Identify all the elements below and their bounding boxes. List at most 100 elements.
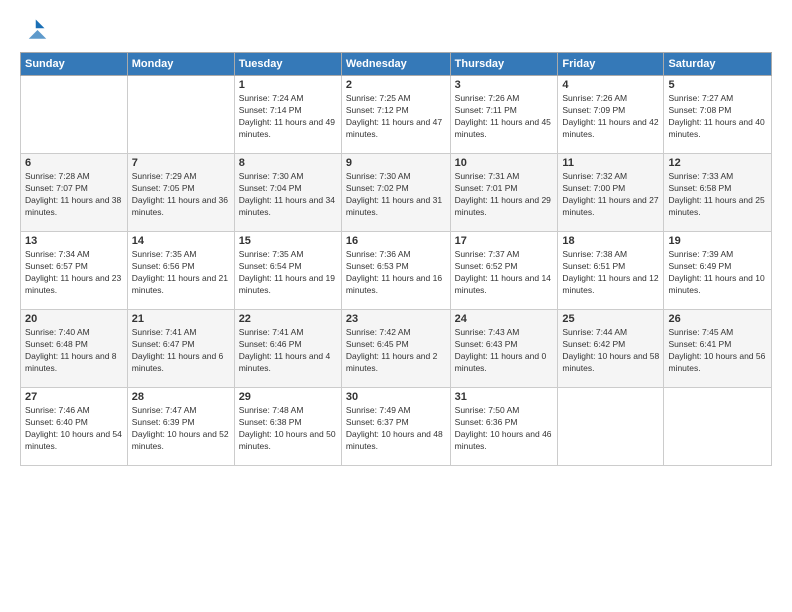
weekday-header: Saturday — [664, 53, 772, 76]
day-info: Sunrise: 7:46 AM Sunset: 6:40 PM Dayligh… — [25, 405, 123, 453]
day-info: Sunrise: 7:48 AM Sunset: 6:38 PM Dayligh… — [239, 405, 337, 453]
calendar-cell: 9 Sunrise: 7:30 AM Sunset: 7:02 PM Daylig… — [341, 154, 450, 232]
calendar-cell: 15 Sunrise: 7:35 AM Sunset: 6:54 PM Dayli… — [234, 232, 341, 310]
day-number: 1 — [239, 79, 337, 91]
calendar-cell: 8 Sunrise: 7:30 AM Sunset: 7:04 PM Daylig… — [234, 154, 341, 232]
day-number: 3 — [455, 79, 554, 91]
calendar-cell: 19 Sunrise: 7:39 AM Sunset: 6:49 PM Dayli… — [664, 232, 772, 310]
day-number: 23 — [346, 313, 446, 325]
day-info: Sunrise: 7:37 AM Sunset: 6:52 PM Dayligh… — [455, 249, 554, 297]
day-info: Sunrise: 7:35 AM Sunset: 6:54 PM Dayligh… — [239, 249, 337, 297]
weekday-header: Sunday — [21, 53, 128, 76]
calendar-cell: 14 Sunrise: 7:35 AM Sunset: 6:56 PM Dayli… — [127, 232, 234, 310]
day-info: Sunrise: 7:25 AM Sunset: 7:12 PM Dayligh… — [346, 93, 446, 141]
day-number: 14 — [132, 235, 230, 247]
day-number: 15 — [239, 235, 337, 247]
day-info: Sunrise: 7:33 AM Sunset: 6:58 PM Dayligh… — [668, 171, 767, 219]
day-info: Sunrise: 7:44 AM Sunset: 6:42 PM Dayligh… — [562, 327, 659, 375]
calendar-cell: 25 Sunrise: 7:44 AM Sunset: 6:42 PM Dayli… — [558, 310, 664, 388]
calendar-cell: 21 Sunrise: 7:41 AM Sunset: 6:47 PM Dayli… — [127, 310, 234, 388]
header — [20, 16, 772, 44]
calendar-cell: 31 Sunrise: 7:50 AM Sunset: 6:36 PM Dayli… — [450, 388, 558, 466]
day-number: 19 — [668, 235, 767, 247]
day-info: Sunrise: 7:28 AM Sunset: 7:07 PM Dayligh… — [25, 171, 123, 219]
calendar: SundayMondayTuesdayWednesdayThursdayFrid… — [20, 52, 772, 466]
calendar-body: 1Sunrise: 7:24 AM Sunset: 7:14 PM Daylig… — [21, 76, 772, 466]
day-info: Sunrise: 7:35 AM Sunset: 6:56 PM Dayligh… — [132, 249, 230, 297]
day-number: 20 — [25, 313, 123, 325]
day-number: 21 — [132, 313, 230, 325]
day-number: 16 — [346, 235, 446, 247]
day-number: 18 — [562, 235, 659, 247]
day-number: 29 — [239, 391, 337, 403]
day-info: Sunrise: 7:49 AM Sunset: 6:37 PM Dayligh… — [346, 405, 446, 453]
weekday-header: Tuesday — [234, 53, 341, 76]
day-info: Sunrise: 7:31 AM Sunset: 7:01 PM Dayligh… — [455, 171, 554, 219]
calendar-week-row: 20Sunrise: 7:40 AM Sunset: 6:48 PM Dayli… — [21, 310, 772, 388]
day-info: Sunrise: 7:50 AM Sunset: 6:36 PM Dayligh… — [455, 405, 554, 453]
calendar-cell: 1Sunrise: 7:24 AM Sunset: 7:14 PM Daylig… — [234, 76, 341, 154]
calendar-cell: 5 Sunrise: 7:27 AM Sunset: 7:08 PM Daylig… — [664, 76, 772, 154]
day-info: Sunrise: 7:30 AM Sunset: 7:02 PM Dayligh… — [346, 171, 446, 219]
day-info: Sunrise: 7:30 AM Sunset: 7:04 PM Dayligh… — [239, 171, 337, 219]
day-info: Sunrise: 7:47 AM Sunset: 6:39 PM Dayligh… — [132, 405, 230, 453]
calendar-cell: 6 Sunrise: 7:28 AM Sunset: 7:07 PM Daylig… — [21, 154, 128, 232]
day-number: 12 — [668, 157, 767, 169]
weekday-header: Thursday — [450, 53, 558, 76]
calendar-week-row: 6 Sunrise: 7:28 AM Sunset: 7:07 PM Daylig… — [21, 154, 772, 232]
day-number: 27 — [25, 391, 123, 403]
calendar-cell: 22 Sunrise: 7:41 AM Sunset: 6:46 PM Dayli… — [234, 310, 341, 388]
day-info: Sunrise: 7:38 AM Sunset: 6:51 PM Dayligh… — [562, 249, 659, 297]
calendar-cell: 27 Sunrise: 7:46 AM Sunset: 6:40 PM Dayli… — [21, 388, 128, 466]
calendar-week-row: 13 Sunrise: 7:34 AM Sunset: 6:57 PM Dayli… — [21, 232, 772, 310]
day-info: Sunrise: 7:43 AM Sunset: 6:43 PM Dayligh… — [455, 327, 554, 375]
calendar-cell: 7Sunrise: 7:29 AM Sunset: 7:05 PM Daylig… — [127, 154, 234, 232]
logo — [20, 16, 52, 44]
calendar-cell: 18 Sunrise: 7:38 AM Sunset: 6:51 PM Dayli… — [558, 232, 664, 310]
calendar-cell — [664, 388, 772, 466]
weekday-header: Wednesday — [341, 53, 450, 76]
calendar-cell — [558, 388, 664, 466]
day-info: Sunrise: 7:41 AM Sunset: 6:47 PM Dayligh… — [132, 327, 230, 375]
day-info: Sunrise: 7:27 AM Sunset: 7:08 PM Dayligh… — [668, 93, 767, 141]
calendar-cell: 23 Sunrise: 7:42 AM Sunset: 6:45 PM Dayli… — [341, 310, 450, 388]
day-number: 17 — [455, 235, 554, 247]
day-number: 4 — [562, 79, 659, 91]
day-info: Sunrise: 7:39 AM Sunset: 6:49 PM Dayligh… — [668, 249, 767, 297]
day-number: 5 — [668, 79, 767, 91]
day-number: 24 — [455, 313, 554, 325]
calendar-cell: 12 Sunrise: 7:33 AM Sunset: 6:58 PM Dayli… — [664, 154, 772, 232]
day-info: Sunrise: 7:34 AM Sunset: 6:57 PM Dayligh… — [25, 249, 123, 297]
day-number: 25 — [562, 313, 659, 325]
day-number: 28 — [132, 391, 230, 403]
calendar-cell: 16 Sunrise: 7:36 AM Sunset: 6:53 PM Dayli… — [341, 232, 450, 310]
day-number: 22 — [239, 313, 337, 325]
calendar-cell — [127, 76, 234, 154]
calendar-week-row: 27 Sunrise: 7:46 AM Sunset: 6:40 PM Dayli… — [21, 388, 772, 466]
day-number: 7 — [132, 157, 230, 169]
day-number: 9 — [346, 157, 446, 169]
calendar-cell: 17 Sunrise: 7:37 AM Sunset: 6:52 PM Dayli… — [450, 232, 558, 310]
day-info: Sunrise: 7:26 AM Sunset: 7:11 PM Dayligh… — [455, 93, 554, 141]
day-number: 10 — [455, 157, 554, 169]
calendar-cell: 30 Sunrise: 7:49 AM Sunset: 6:37 PM Dayli… — [341, 388, 450, 466]
day-number: 6 — [25, 157, 123, 169]
day-number: 31 — [455, 391, 554, 403]
calendar-cell: 2 Sunrise: 7:25 AM Sunset: 7:12 PM Daylig… — [341, 76, 450, 154]
calendar-cell: 20Sunrise: 7:40 AM Sunset: 6:48 PM Dayli… — [21, 310, 128, 388]
day-info: Sunrise: 7:36 AM Sunset: 6:53 PM Dayligh… — [346, 249, 446, 297]
day-number: 30 — [346, 391, 446, 403]
calendar-cell: 29 Sunrise: 7:48 AM Sunset: 6:38 PM Dayli… — [234, 388, 341, 466]
day-number: 2 — [346, 79, 446, 91]
calendar-cell: 26Sunrise: 7:45 AM Sunset: 6:41 PM Dayli… — [664, 310, 772, 388]
calendar-week-row: 1Sunrise: 7:24 AM Sunset: 7:14 PM Daylig… — [21, 76, 772, 154]
day-info: Sunrise: 7:42 AM Sunset: 6:45 PM Dayligh… — [346, 327, 446, 375]
day-info: Sunrise: 7:26 AM Sunset: 7:09 PM Dayligh… — [562, 93, 659, 141]
day-info: Sunrise: 7:32 AM Sunset: 7:00 PM Dayligh… — [562, 171, 659, 219]
weekday-header: Friday — [558, 53, 664, 76]
day-number: 13 — [25, 235, 123, 247]
day-info: Sunrise: 7:41 AM Sunset: 6:46 PM Dayligh… — [239, 327, 337, 375]
calendar-cell: 10 Sunrise: 7:31 AM Sunset: 7:01 PM Dayli… — [450, 154, 558, 232]
day-number: 8 — [239, 157, 337, 169]
weekday-header: Monday — [127, 53, 234, 76]
